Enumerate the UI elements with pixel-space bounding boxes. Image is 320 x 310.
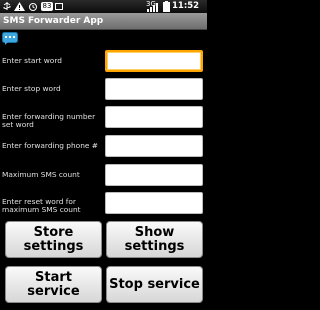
- start-word-label: Enter start word: [2, 56, 62, 65]
- forwarding-number-set-word-input[interactable]: [105, 106, 203, 128]
- notification-count: 83: [41, 2, 53, 11]
- reset-word-input[interactable]: [105, 192, 203, 214]
- title-bar: SMS Forwarder App: [0, 13, 207, 30]
- stop-word-label: Enter stop word: [2, 84, 61, 93]
- forwarding-phone-input[interactable]: [105, 135, 203, 157]
- stop-word-input[interactable]: [105, 78, 203, 100]
- status-bar: 83 3G 11:52 PM: [0, 0, 207, 24]
- max-sms-count-label: Maximum SMS count: [2, 170, 80, 179]
- warning-icon: [14, 2, 25, 11]
- clock: 11:52 PM: [172, 1, 200, 24]
- show-settings-button[interactable]: Show settings: [106, 221, 203, 258]
- max-sms-count-input[interactable]: [105, 164, 203, 186]
- usb-icon: [3, 2, 11, 10]
- forwarding-phone-label: Enter forwarding phone #: [2, 141, 98, 150]
- app-title: SMS Forwarder App: [3, 16, 104, 26]
- stop-service-button[interactable]: Stop service: [106, 266, 203, 303]
- start-service-button[interactable]: Start service: [5, 266, 102, 303]
- battery-icon: [163, 1, 170, 12]
- forwarding-number-set-word-label: Enter forwarding number set word: [2, 112, 96, 129]
- reset-word-label: Enter reset word for maximum SMS count: [2, 197, 81, 214]
- alarm-icon: [29, 3, 37, 11]
- store-settings-button[interactable]: Store settings: [5, 221, 102, 258]
- notification-icon: [55, 3, 63, 10]
- signal-icon: [147, 3, 158, 12]
- start-word-input[interactable]: [105, 50, 203, 72]
- chat-bubble-icon: [2, 32, 18, 45]
